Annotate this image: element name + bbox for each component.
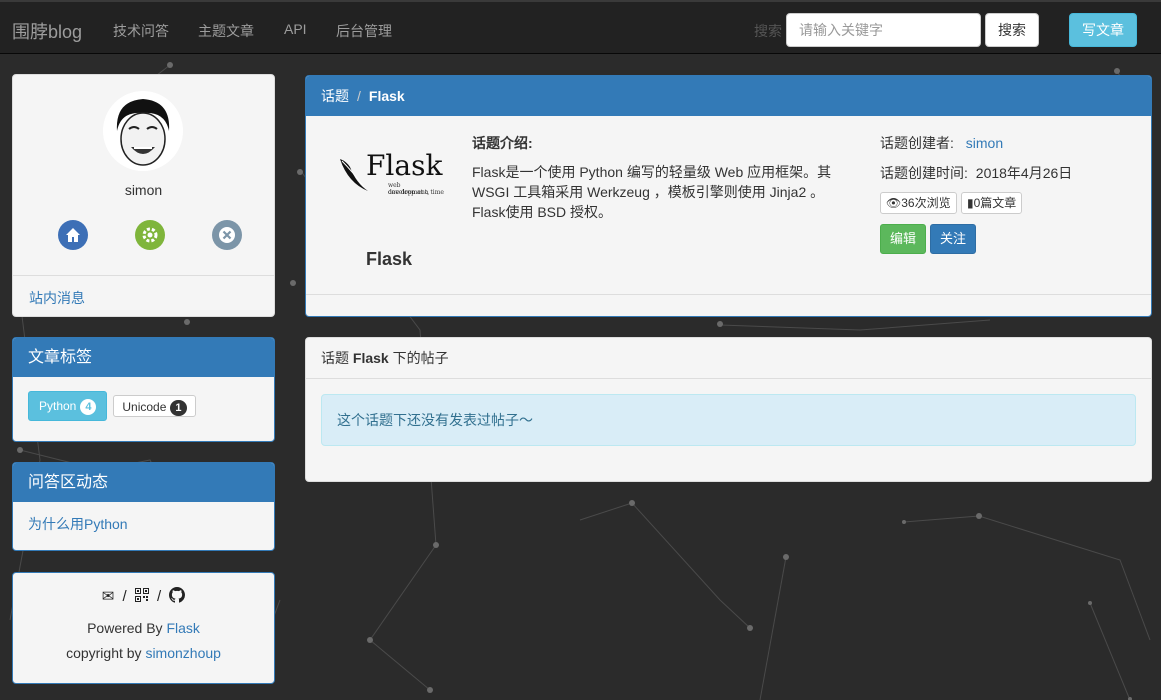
empty-posts-alert: 这个话题下还没有发表过帖子～ <box>321 394 1136 446</box>
posts-heading-suffix: 下的帖子 <box>388 350 449 366</box>
creator-link[interactable]: simon <box>966 135 1003 151</box>
created-label: 话题创建时间: <box>880 165 968 181</box>
views-count: 36次浏览 <box>901 196 951 210</box>
tag-count: 1 <box>170 400 187 416</box>
nav-link-tech-qa[interactable]: 技术问答 <box>113 21 169 41</box>
views-badge: 👁36次浏览 <box>880 192 957 214</box>
flask-logo-text: Flask <box>366 149 443 182</box>
topic-info: Flask web development, one drop at a tim… <box>306 116 1151 296</box>
home-icon[interactable] <box>58 220 88 250</box>
flask-logo: Flask web development, one drop at a tim… <box>338 149 444 197</box>
tags-panel: 文章标签 Python 4 Unicode 1 <box>12 337 275 442</box>
nav-link-api[interactable]: API <box>284 21 307 37</box>
articles-count: 0篇文章 <box>973 196 1017 210</box>
footer-icons: ✉ / / <box>13 587 274 605</box>
search-label: 搜索 <box>754 23 782 39</box>
breadcrumb-current: Flask <box>368 88 405 104</box>
flask-logo-tagline-2: one drop at a time <box>388 189 444 196</box>
articles-badge: ▮0篇文章 <box>961 192 1023 214</box>
breadcrumb: 话题 / Flask <box>306 76 1151 116</box>
intro-title: 话题介绍: <box>472 135 533 151</box>
breadcrumb-separator: / <box>357 88 361 104</box>
mail-icon[interactable]: ✉ <box>102 588 115 605</box>
book-icon: ▮ <box>967 196 974 210</box>
flask-link[interactable]: Flask <box>166 620 199 636</box>
posts-heading: 话题 Flask 下的帖子 <box>306 338 1151 379</box>
top-navbar: 围脖blog 技术问答 主题文章 API 后台管理 搜索 搜索 写文章 <box>0 0 1161 54</box>
search-input[interactable] <box>786 13 981 47</box>
profile-divider <box>13 275 274 276</box>
follow-button[interactable]: 关注 <box>930 224 976 254</box>
nav-link-admin[interactable]: 后台管理 <box>336 21 392 41</box>
posts-heading-topic: Flask <box>352 350 389 366</box>
footer-separator: / <box>122 588 127 605</box>
footer-separator: / <box>156 588 162 605</box>
qrcode-icon[interactable] <box>134 588 153 605</box>
footer-panel: ✉ / / Powered By Flask copyright by simo… <box>12 572 275 684</box>
brand-logo[interactable]: 围脖blog <box>12 18 82 44</box>
eye-icon: 👁 <box>886 196 902 210</box>
powered-by-prefix: Powered By <box>87 620 167 636</box>
edit-button[interactable]: 编辑 <box>880 224 926 254</box>
tag-unicode[interactable]: Unicode 1 <box>113 395 196 417</box>
powered-by: Powered By Flask <box>13 620 274 636</box>
creator-label: 话题创建者: <box>880 135 954 151</box>
avatar[interactable] <box>103 91 183 171</box>
intro-text: Flask是一个使用 Python 编写的轻量级 Web 应用框架。其 WSGI… <box>472 164 832 220</box>
topic-name: Flask <box>366 249 413 269</box>
qa-item-link[interactable]: 为什么用Python <box>28 514 128 534</box>
tag-python[interactable]: Python 4 <box>28 391 108 421</box>
settings-icon[interactable] <box>135 220 165 250</box>
topic-panel: 话题 / Flask Flask web development, one drop… <box>305 75 1152 317</box>
posts-heading-prefix: 话题 <box>321 350 353 366</box>
logout-icon[interactable] <box>212 220 242 250</box>
tags-panel-title: 文章标签 <box>13 338 274 377</box>
author-link[interactable]: simonzhoup <box>145 645 221 661</box>
tag-label: Unicode <box>122 400 167 414</box>
nav-link-articles[interactable]: 主题文章 <box>198 21 254 41</box>
avatar-face-icon <box>103 91 183 171</box>
tag-label: Python <box>39 399 77 413</box>
tag-count: 4 <box>80 399 97 415</box>
github-icon[interactable] <box>169 587 186 605</box>
profile-username: simon <box>124 182 163 198</box>
creator-line: 话题创建者: simon <box>880 133 1003 153</box>
site-messages-link[interactable]: 站内消息 <box>29 288 85 308</box>
qa-panel-title: 问答区动态 <box>13 463 274 502</box>
copyright-prefix: copyright by <box>66 645 146 661</box>
copyright: copyright by simonzhoup <box>13 645 274 661</box>
profile-panel: simon 站内消息 <box>12 74 275 317</box>
topic-divider <box>306 294 1151 295</box>
created-date: 2018年4月26日 <box>975 165 1073 181</box>
posts-panel: 话题 Flask 下的帖子 这个话题下还没有发表过帖子～ <box>305 337 1152 482</box>
created-line: 话题创建时间: 2018年4月26日 <box>880 163 1072 183</box>
write-article-button[interactable]: 写文章 <box>1069 13 1137 47</box>
breadcrumb-root[interactable]: 话题 <box>321 88 349 104</box>
search-button[interactable]: 搜索 <box>985 13 1039 47</box>
qa-activity-panel: 问答区动态 为什么用Python <box>12 462 275 551</box>
